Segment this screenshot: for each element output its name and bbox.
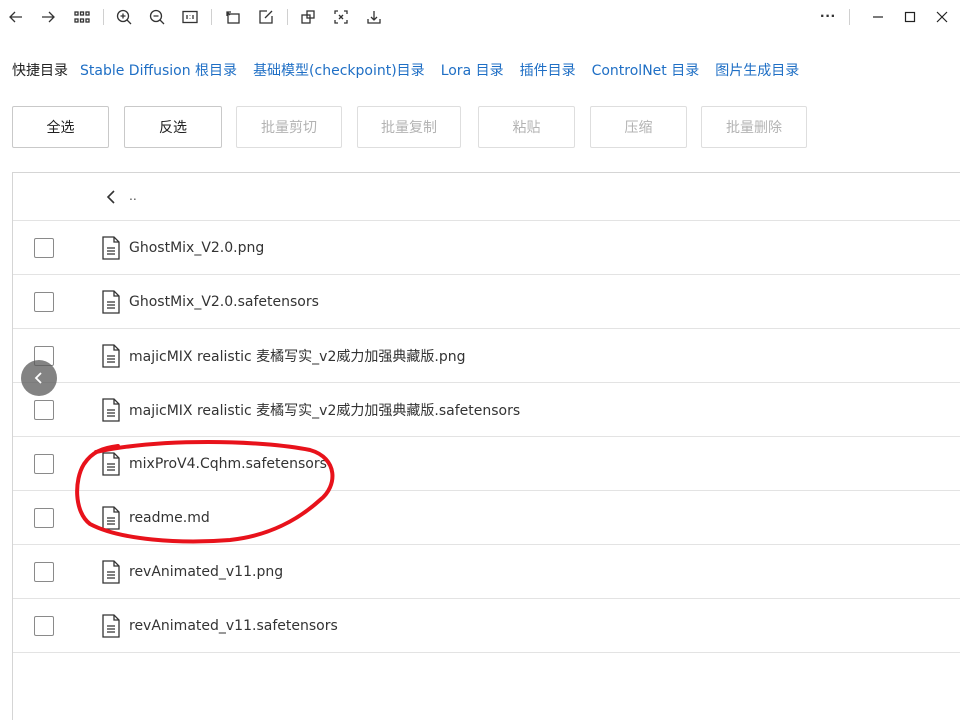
file-checkbox[interactable] (34, 615, 54, 636)
document-icon (101, 505, 121, 530)
file-row[interactable]: GhostMix_V2.0.png (13, 221, 960, 275)
zoom-in-icon[interactable] (112, 5, 136, 29)
file-checkbox[interactable] (34, 561, 54, 582)
quick-link-image-output[interactable]: 图片生成目录 (715, 60, 799, 80)
chevron-left-icon[interactable] (103, 187, 119, 207)
file-row[interactable]: revAnimated_v11.safetensors (13, 599, 960, 653)
quick-link-sd-root[interactable]: Stable Diffusion 根目录 (80, 60, 237, 80)
forward-arrow-icon[interactable] (36, 5, 60, 29)
actual-size-icon[interactable] (178, 5, 202, 29)
maximize-icon[interactable] (898, 5, 922, 29)
parent-directory-label[interactable]: .. (129, 187, 137, 203)
viewer-toolbar: ··· (0, 0, 960, 34)
more-options-icon[interactable]: ··· (816, 5, 840, 29)
quick-links-label: 快捷目录 (12, 63, 68, 79)
document-icon (101, 343, 121, 368)
file-name[interactable]: revAnimated_v11.png (129, 564, 283, 580)
file-name[interactable]: majicMIX realistic 麦橘写实_v2威力加强典藏版.safete… (129, 400, 520, 420)
download-icon[interactable] (362, 5, 386, 29)
file-row[interactable]: mixProV4.Cqhm.safetensors (13, 437, 960, 491)
file-row[interactable]: revAnimated_v11.png (13, 545, 960, 599)
document-icon (101, 451, 121, 476)
file-name[interactable]: GhostMix_V2.0.safetensors (129, 294, 319, 310)
edit-icon[interactable] (254, 5, 278, 29)
back-arrow-icon[interactable] (4, 5, 28, 29)
file-row[interactable]: majicMIX realistic 麦橘写实_v2威力加强典藏版.png (13, 329, 960, 383)
file-row[interactable]: GhostMix_V2.0.safetensors (13, 275, 960, 329)
file-name[interactable]: revAnimated_v11.safetensors (129, 618, 338, 634)
previous-image-button[interactable] (21, 360, 57, 396)
quick-link-extensions[interactable]: 插件目录 (520, 60, 576, 80)
document-icon (101, 235, 121, 260)
file-name[interactable]: majicMIX realistic 麦橘写实_v2威力加强典藏版.png (129, 346, 465, 366)
file-row[interactable]: majicMIX realistic 麦橘写实_v2威力加强典藏版.safete… (13, 383, 960, 437)
toolbar-divider (849, 9, 850, 25)
crop-icon[interactable] (296, 5, 320, 29)
file-list: .. GhostMix_V2.0.png GhostMix_V2.0.safet… (12, 172, 960, 720)
toolbar-divider (287, 9, 288, 25)
file-checkbox[interactable] (34, 291, 54, 312)
toolbar-divider (103, 9, 104, 25)
file-checkbox[interactable] (34, 399, 54, 420)
grid-icon[interactable] (70, 5, 94, 29)
compress-button[interactable]: 压缩 (590, 106, 687, 148)
file-name[interactable]: mixProV4.Cqhm.safetensors (129, 456, 327, 472)
file-name[interactable]: GhostMix_V2.0.png (129, 240, 264, 256)
parent-directory-row[interactable]: .. (13, 173, 960, 221)
rotate-icon[interactable] (221, 5, 245, 29)
fullscreen-icon[interactable] (329, 5, 353, 29)
batch-delete-button[interactable]: 批量删除 (701, 106, 807, 148)
quick-link-checkpoint[interactable]: 基础模型(checkpoint)目录 (253, 60, 425, 80)
document-icon (101, 289, 121, 314)
document-icon (101, 559, 121, 584)
document-icon (101, 397, 121, 422)
file-checkbox[interactable] (34, 507, 54, 528)
file-row[interactable]: readme.md (13, 491, 960, 545)
batch-cut-button[interactable]: 批量剪切 (236, 106, 342, 148)
zoom-out-icon[interactable] (145, 5, 169, 29)
select-all-button[interactable]: 全选 (12, 106, 109, 148)
invert-selection-button[interactable]: 反选 (124, 106, 222, 148)
chevron-left-icon (34, 372, 42, 384)
minimize-icon[interactable] (866, 5, 890, 29)
quick-link-controlnet[interactable]: ControlNet 目录 (592, 60, 700, 80)
file-name[interactable]: readme.md (129, 510, 210, 526)
batch-copy-button[interactable]: 批量复制 (357, 106, 461, 148)
quick-link-lora[interactable]: Lora 目录 (441, 60, 504, 80)
file-checkbox[interactable] (34, 453, 54, 474)
document-icon (101, 613, 121, 638)
quick-links-bar: 快捷目录 Stable Diffusion 根目录 基础模型(checkpoin… (12, 58, 815, 82)
file-checkbox[interactable] (34, 237, 54, 258)
toolbar-divider (211, 9, 212, 25)
paste-button[interactable]: 粘贴 (478, 106, 575, 148)
close-icon[interactable] (930, 5, 954, 29)
